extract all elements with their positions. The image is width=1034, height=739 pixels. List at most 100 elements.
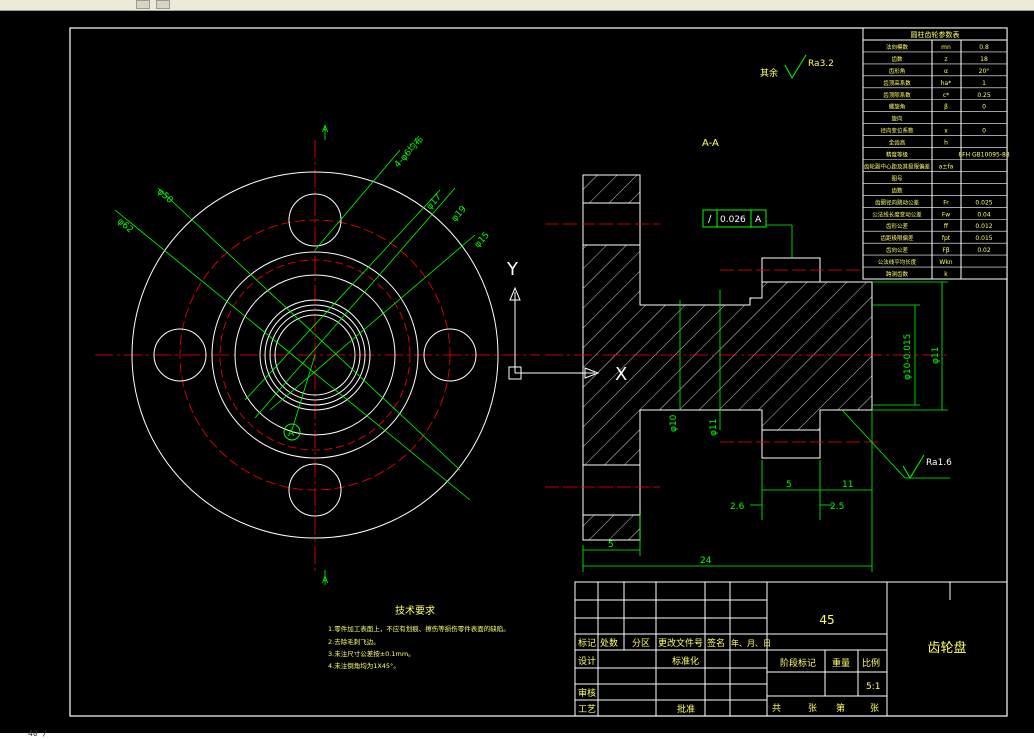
tolerance-value: 0.026 [720, 215, 746, 225]
dim-24: 24 [700, 556, 712, 566]
tech-requirements: 技术要求 1.零件加工表面上，不应有划痕、擦伤等损伤零件表面的缺陷。 2.去除毛… [328, 604, 510, 670]
dim-phi11: φ11 [709, 419, 719, 436]
tolerance-symbol: / [708, 214, 712, 225]
param-symbol: k [944, 271, 948, 278]
param-name: 齿数 [891, 186, 903, 194]
param-value: 0.015 [975, 235, 992, 242]
dim-phi19: φ19 [450, 204, 469, 224]
param-name: 齿形角 [889, 67, 906, 75]
label-scale: 比例 [862, 657, 880, 669]
datum-leader [291, 354, 316, 431]
label-page: 第 [836, 702, 845, 714]
param-symbol: mn [941, 44, 951, 51]
param-value: 20° [979, 68, 990, 75]
param-name: 全齿高 [889, 139, 906, 147]
param-symbol: Fβ [942, 247, 949, 254]
param-name: 齿轮副中心距及其极限偏差 [864, 162, 931, 170]
gear-parameter-table: 圆柱齿轮参数表 法向模数 mn 0.8 齿数 z 18 齿形角 α 20° 齿顶高系数 ha* 1 齿顶… [862, 27, 1010, 280]
dim-leader-6 [314, 149, 401, 251]
param-value: 0 [982, 104, 986, 111]
label-weight: 重量 [832, 657, 850, 669]
param-name: 旋向 [891, 115, 902, 123]
roughness-value-2: Ra1.6 [926, 458, 952, 468]
param-table-title: 圆柱齿轮参数表 [911, 30, 960, 39]
param-name: 齿圈径向跳动公差 [875, 198, 920, 206]
scale-value: 5:1 [866, 682, 880, 692]
param-value: 0.025 [975, 199, 992, 206]
dim-26: 2.6 [730, 502, 745, 512]
label-design: 设计 [578, 655, 596, 667]
material-label: 45 [819, 613, 834, 627]
section-label: A-A [702, 138, 719, 149]
param-value: 8FH GB10095-88 [958, 152, 1010, 159]
param-value: 1 [982, 80, 986, 87]
label-sheets: 张 [808, 703, 817, 714]
bolt-hole-section-bottom [582, 464, 641, 516]
param-name: 图号 [891, 174, 903, 182]
dim-leader-5 [244, 189, 441, 401]
header-sign: 签名 [707, 637, 725, 649]
tolerance-datum: A [755, 215, 762, 225]
param-name: 法向模数 [886, 43, 909, 51]
ucs-y-label: Y [506, 259, 519, 280]
param-symbol: Wkn [939, 259, 952, 266]
param-symbol: x [944, 128, 948, 135]
status-bar: 40 / [0, 729, 1034, 739]
param-symbol: a±fa [939, 163, 954, 170]
label-stage: 阶段标记 [780, 657, 816, 669]
param-symbol: β [944, 104, 948, 111]
header-count: 处数 [600, 637, 618, 649]
cube-icon[interactable] [156, 0, 170, 9]
dim-leader-4 [254, 187, 456, 419]
header-docno: 更改文件号 [658, 637, 703, 649]
header-date: 年、月、日 [731, 638, 771, 648]
param-value: 18 [980, 56, 988, 63]
dim-phi15: φ15 [473, 230, 492, 250]
param-name: 螺旋角 [889, 103, 906, 111]
param-name: 公法线长度变动公差 [872, 210, 922, 218]
roughness-leader [841, 409, 906, 479]
param-name: 径向变位系数 [880, 127, 914, 135]
param-symbol: c* [943, 92, 949, 99]
param-name: 齿形公差 [886, 222, 909, 230]
pencil-icon[interactable] [136, 0, 150, 9]
param-value: 0.04 [977, 211, 991, 218]
tech-req-line-4: 4.未注倒角均为1X45°。 [328, 661, 400, 670]
dim-25: 2.5 [830, 502, 844, 512]
param-symbol: α [944, 68, 948, 75]
dim-11: 11 [842, 480, 853, 490]
param-symbol: z [944, 56, 947, 63]
param-symbol: Fw [942, 211, 950, 218]
tech-req-line-2: 2.去除毛刺飞边。 [328, 637, 380, 646]
cad-drawing-canvas[interactable]: A A A φ62 φ50 4-φ6均布 φ17 φ19 φ15 Y X A-A [0, 10, 1034, 733]
dim-5: 5 [786, 480, 792, 490]
tech-req-line-3: 3.未注尺寸公差按±0.1mm。 [328, 649, 415, 658]
label-process: 工艺 [578, 704, 596, 715]
param-name: 齿数 [891, 55, 903, 63]
tech-req-line-1: 1.零件加工表面上，不应有划痕、擦伤等损伤零件表面的缺陷。 [328, 624, 510, 633]
roughness-symbol-1 [784, 54, 807, 80]
dim-phi11b: φ11 [931, 347, 941, 364]
coord-readout: 40 / [28, 729, 48, 738]
param-value: 0 [982, 128, 986, 135]
param-name: 齿向公差 [886, 246, 909, 254]
roughness-symbol-2 [902, 454, 925, 479]
label-page2: 张 [870, 703, 879, 714]
label-review: 审核 [578, 687, 596, 699]
param-value: 0.012 [975, 223, 992, 230]
datum-label: A [288, 429, 295, 439]
param-symbol: h [944, 140, 948, 147]
section-mark-top: A [322, 125, 329, 135]
param-name: 公法线平均长度 [878, 258, 917, 266]
param-symbol: fpt [942, 235, 951, 242]
param-name: 跨测齿数 [886, 270, 909, 278]
dim-holes: 4-φ6均布 [391, 133, 426, 170]
label-total: 共 [772, 703, 781, 714]
param-name: 精度等级 [886, 151, 909, 159]
roughness-rest-label: 其余 [760, 67, 778, 79]
param-name: 齿距极限偏差 [880, 234, 914, 242]
roughness-rest-value: Ra3.2 [808, 59, 834, 69]
tech-req-title: 技术要求 [395, 604, 435, 617]
dim-phi62: φ62 [115, 217, 135, 236]
label-standard: 标准化 [672, 655, 699, 667]
